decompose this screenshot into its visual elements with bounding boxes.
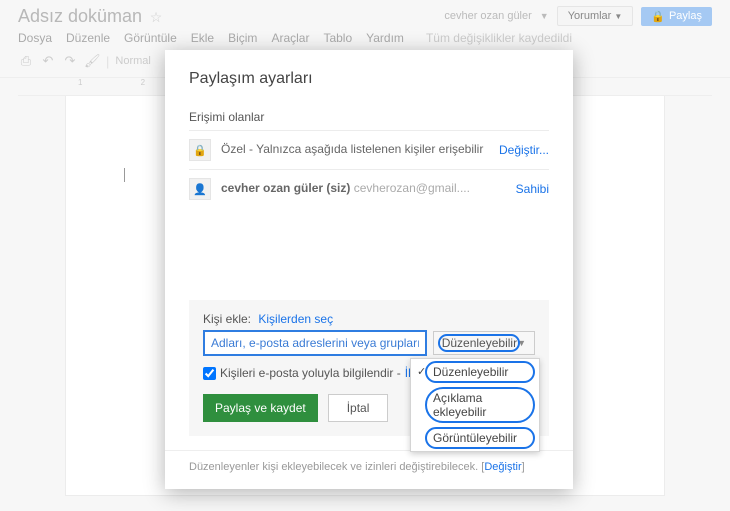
change-visibility-link[interactable]: Değiştir... xyxy=(499,143,549,157)
chevron-down-icon: ▼ xyxy=(517,338,526,348)
owner-row: 👤 cevher ozan güler (siz) cevherozan@gma… xyxy=(189,169,549,208)
owner-email: cevherozan@gmail.... xyxy=(354,181,470,195)
visibility-text: Özel - Yalnızca aşağıda listelenen kişil… xyxy=(221,142,491,158)
share-save-button[interactable]: Paylaş ve kaydet xyxy=(203,394,318,422)
add-people-label: Kişi ekle: xyxy=(203,312,251,326)
add-people-box: Kişi ekle: Kişilerden seç Düzenleyebilir… xyxy=(189,300,549,436)
permission-dropdown: ✓ Düzenleyebilir Açıklama ekleyebilir Gö… xyxy=(410,358,540,452)
person-icon: 👤 xyxy=(189,178,211,200)
perm-option-view[interactable]: Görüntüleyebilir xyxy=(411,425,539,451)
perm-option-edit[interactable]: ✓ Düzenleyebilir xyxy=(411,359,539,385)
select-people-link[interactable]: Kişilerden seç xyxy=(258,312,333,326)
sharing-dialog: Paylaşım ayarları Erişimi olanlar 🔒 Özel… xyxy=(165,50,573,489)
access-header: Erişimi olanlar xyxy=(189,110,549,124)
check-icon: ✓ xyxy=(417,365,426,378)
footer-change-link[interactable]: Değiştir xyxy=(484,461,521,473)
owner-name: cevher ozan güler (siz) xyxy=(221,181,350,195)
notify-label: Kişileri e-posta yoluyla bilgilendir - xyxy=(220,366,401,380)
visibility-row: 🔒 Özel - Yalnızca aşağıda listelenen kiş… xyxy=(189,130,549,169)
perm-option-comment[interactable]: Açıklama ekleyebilir xyxy=(411,385,539,425)
dialog-title: Paylaşım ayarları xyxy=(189,70,549,88)
owner-role: Sahibi xyxy=(516,182,549,196)
permission-dropdown-button[interactable]: Düzenleyebilir▼ ✓ Düzenleyebilir Açıklam… xyxy=(433,331,535,355)
modal-overlay: Paylaşım ayarları Erişimi olanlar 🔒 Özel… xyxy=(0,0,730,511)
cancel-button[interactable]: İptal xyxy=(328,394,389,422)
add-people-input[interactable] xyxy=(203,330,427,356)
lock-icon: 🔒 xyxy=(189,139,211,161)
notify-checkbox[interactable] xyxy=(203,367,216,380)
dialog-footer: Düzenleyenler kişi ekleyebilecek ve izin… xyxy=(165,450,573,489)
